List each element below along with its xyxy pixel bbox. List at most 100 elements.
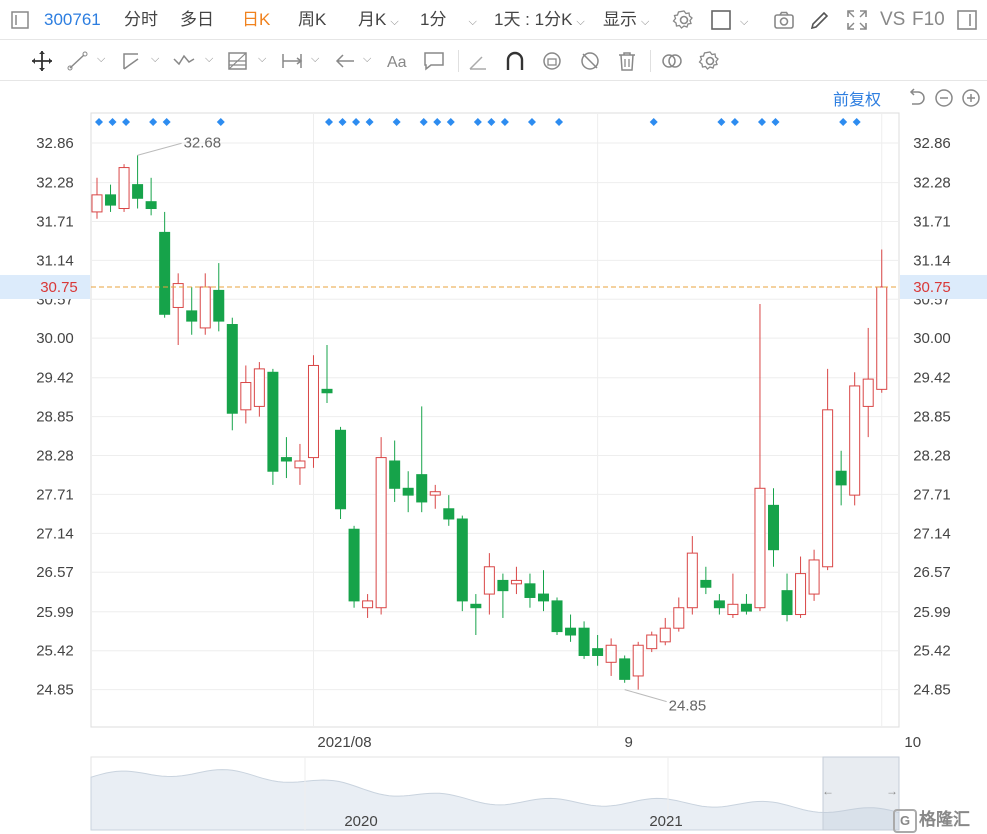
- candle-body[interactable]: [686, 552, 698, 609]
- candlestick-chart[interactable]: 32.8632.2831.7131.1430.5730.0029.4228.85…: [0, 0, 987, 834]
- event-marker-diamond[interactable]: [392, 118, 401, 126]
- y-tick-label-right: 29.42: [913, 370, 951, 387]
- candle-body[interactable]: [456, 518, 468, 602]
- candle-body[interactable]: [537, 593, 549, 602]
- event-marker-diamond[interactable]: [433, 118, 442, 126]
- candle-body[interactable]: [132, 184, 144, 199]
- candle-body[interactable]: [822, 409, 834, 568]
- candle-body[interactable]: [118, 167, 130, 210]
- navigator-handle-right-icon[interactable]: →: [886, 784, 898, 798]
- candle-body[interactable]: [240, 382, 252, 411]
- candle-body[interactable]: [754, 487, 766, 609]
- candle-body[interactable]: [429, 491, 441, 496]
- y-tick-label-right: 27.71: [913, 486, 951, 503]
- candle-body[interactable]: [659, 627, 671, 643]
- candle-body[interactable]: [578, 627, 590, 656]
- candles[interactable]: [91, 155, 888, 690]
- y-tick-label-left: 32.86: [36, 135, 74, 152]
- candle-body[interactable]: [253, 368, 265, 407]
- event-marker-diamond[interactable]: [162, 118, 171, 126]
- candle-body[interactable]: [781, 590, 793, 616]
- event-marker-diamond[interactable]: [108, 118, 117, 126]
- candle-body[interactable]: [443, 508, 455, 520]
- candle-body[interactable]: [213, 289, 225, 322]
- navigator-handle-left-icon[interactable]: ←: [822, 784, 834, 798]
- candle-body[interactable]: [307, 364, 319, 459]
- candle-body[interactable]: [145, 201, 157, 210]
- y-tick-label-right: 25.99: [913, 604, 951, 621]
- candle-body[interactable]: [700, 579, 712, 588]
- candle-body[interactable]: [335, 429, 347, 510]
- candle-body[interactable]: [199, 286, 211, 329]
- last-price-label-left: 30.75: [40, 279, 78, 296]
- candle-body[interactable]: [619, 658, 631, 680]
- candle-body[interactable]: [862, 378, 874, 407]
- candle-body[interactable]: [835, 470, 847, 486]
- candle-body[interactable]: [375, 457, 387, 609]
- event-marker-diamond[interactable]: [325, 118, 334, 126]
- candle-body[interactable]: [808, 559, 820, 595]
- event-marker-diamond[interactable]: [149, 118, 158, 126]
- event-marker-diamond[interactable]: [500, 118, 509, 126]
- event-marker-diamond[interactable]: [649, 118, 658, 126]
- candle-body[interactable]: [362, 600, 374, 609]
- low-marker-label: 24.85: [669, 698, 707, 715]
- event-marker-diamond[interactable]: [216, 118, 225, 126]
- candle-body[interactable]: [186, 310, 198, 322]
- candle-body[interactable]: [795, 573, 807, 616]
- candle-body[interactable]: [849, 385, 861, 496]
- candle-body[interactable]: [646, 634, 658, 650]
- candle-body[interactable]: [159, 231, 171, 315]
- candle-body[interactable]: [470, 603, 482, 609]
- candle-body[interactable]: [389, 460, 401, 489]
- candle-body[interactable]: [497, 579, 509, 592]
- candle-body[interactable]: [483, 566, 495, 595]
- candle-body[interactable]: [91, 194, 103, 213]
- event-marker-diamond[interactable]: [757, 118, 766, 126]
- event-marker-diamond[interactable]: [338, 118, 347, 126]
- candle-body[interactable]: [673, 607, 685, 629]
- event-markers[interactable]: [95, 118, 861, 126]
- candle-body[interactable]: [768, 504, 779, 551]
- y-tick-label-right: 28.85: [913, 409, 951, 426]
- event-marker-diamond[interactable]: [527, 118, 536, 126]
- event-marker-diamond[interactable]: [95, 118, 103, 126]
- event-marker-diamond[interactable]: [771, 118, 780, 126]
- event-marker-diamond[interactable]: [365, 118, 374, 126]
- event-marker-diamond[interactable]: [555, 118, 564, 126]
- candle-body[interactable]: [267, 371, 279, 472]
- candle-body[interactable]: [402, 487, 414, 496]
- candle-body[interactable]: [280, 457, 292, 462]
- event-marker-diamond[interactable]: [717, 118, 726, 126]
- candle-body[interactable]: [876, 286, 888, 390]
- candle-body[interactable]: [632, 644, 644, 677]
- event-marker-diamond[interactable]: [487, 118, 496, 126]
- x-tick-label: 2021/08: [317, 734, 371, 751]
- candle-body[interactable]: [105, 194, 117, 206]
- candle-body[interactable]: [294, 460, 306, 469]
- candle-body[interactable]: [727, 603, 739, 616]
- candle-body[interactable]: [592, 648, 604, 656]
- candle-body[interactable]: [321, 388, 333, 394]
- candle-body[interactable]: [510, 579, 522, 585]
- event-marker-diamond[interactable]: [852, 118, 861, 126]
- candle-body[interactable]: [416, 474, 428, 503]
- navigator[interactable]: ← → 2020 2021: [90, 756, 900, 831]
- event-marker-diamond[interactable]: [122, 118, 131, 126]
- event-marker-diamond[interactable]: [419, 118, 428, 126]
- candle-body[interactable]: [713, 600, 725, 609]
- event-marker-diamond[interactable]: [352, 118, 361, 126]
- y-tick-label-left: 26.57: [36, 564, 74, 581]
- event-marker-diamond[interactable]: [730, 118, 739, 126]
- candle-body[interactable]: [551, 600, 563, 633]
- candle-body[interactable]: [348, 528, 360, 602]
- candle-body[interactable]: [565, 627, 577, 636]
- y-tick-label-left: 31.71: [36, 213, 74, 230]
- candle-body[interactable]: [605, 644, 617, 663]
- event-marker-diamond[interactable]: [446, 118, 455, 126]
- event-marker-diamond[interactable]: [473, 118, 482, 126]
- candle-body[interactable]: [226, 324, 238, 414]
- candle-body[interactable]: [740, 603, 752, 612]
- event-marker-diamond[interactable]: [839, 118, 848, 126]
- candle-body[interactable]: [524, 583, 536, 598]
